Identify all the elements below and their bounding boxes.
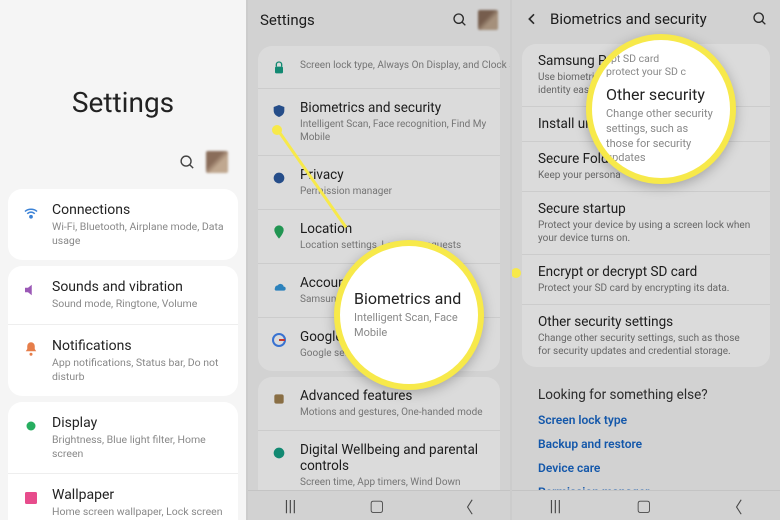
wallpaper-icon bbox=[22, 489, 40, 507]
item-secure-startup[interactable]: Secure startupProtect your device by usi… bbox=[522, 192, 770, 255]
shield-icon bbox=[270, 102, 288, 120]
settings-item-lockscreen[interactable]: Screen lock type, Always On Display, and… bbox=[258, 46, 500, 89]
wellbeing-icon bbox=[270, 444, 288, 462]
magnifier-callout: Biometrics and Intelligent Scan, FaceMob… bbox=[334, 240, 484, 390]
back-button[interactable]: 〈 bbox=[457, 494, 473, 518]
magnifier-callout: ypt SD cardprotect your SD c Other secur… bbox=[586, 34, 736, 184]
settings-item-privacy[interactable]: PrivacyPermission manager bbox=[258, 156, 500, 210]
privacy-icon bbox=[270, 169, 288, 187]
profile-avatar[interactable] bbox=[478, 10, 498, 30]
advanced-icon bbox=[270, 390, 288, 408]
page-title: Settings bbox=[0, 0, 246, 119]
link-backup[interactable]: Backup and restore bbox=[538, 437, 754, 451]
page-title: Biometrics and security bbox=[550, 10, 707, 28]
item-other-security[interactable]: Other security settingsChange other secu… bbox=[522, 305, 770, 367]
location-icon bbox=[270, 223, 288, 241]
callout-dot bbox=[272, 125, 282, 135]
item-title: Connections bbox=[52, 202, 224, 218]
lock-icon bbox=[270, 59, 288, 77]
item-sub: Wi-Fi, Bluetooth, Airplane mode, Data us… bbox=[52, 220, 224, 247]
search-icon[interactable] bbox=[752, 11, 768, 27]
link-devicecare[interactable]: Device care bbox=[538, 461, 754, 475]
item-encrypt[interactable]: Encrypt or decrypt SD cardProtect your S… bbox=[522, 255, 770, 305]
back-button[interactable]: 〈 bbox=[726, 494, 742, 518]
back-icon[interactable] bbox=[524, 11, 540, 27]
profile-avatar[interactable] bbox=[206, 151, 228, 173]
search-icon[interactable] bbox=[452, 12, 468, 28]
callout-dot bbox=[512, 268, 521, 278]
settings-item-connections[interactable]: Connections Wi-Fi, Bluetooth, Airplane mo… bbox=[8, 189, 238, 260]
settings-item-advanced[interactable]: Advanced featuresMotions and gestures, O… bbox=[258, 377, 500, 431]
sound-icon bbox=[22, 281, 40, 299]
cloud-icon bbox=[270, 277, 288, 295]
android-navbar: ||| ▢ 〈 bbox=[512, 490, 780, 520]
link-screenlock[interactable]: Screen lock type bbox=[538, 413, 754, 427]
recents-button[interactable]: ||| bbox=[285, 496, 297, 515]
bell-icon bbox=[22, 340, 40, 358]
wifi-icon bbox=[22, 204, 40, 222]
search-icon[interactable] bbox=[179, 154, 196, 171]
page-title: Settings bbox=[260, 11, 315, 29]
settings-item-wallpaper[interactable]: WallpaperHome screen wallpaper, Lock scr… bbox=[8, 474, 238, 520]
display-icon bbox=[22, 417, 40, 435]
settings-item-display[interactable]: DisplayBrightness, Blue light filter, Ho… bbox=[8, 402, 238, 474]
android-navbar: ||| ▢ 〈 bbox=[248, 490, 510, 520]
home-button[interactable]: ▢ bbox=[636, 496, 651, 515]
settings-item-biometrics[interactable]: Biometrics and securityIntelligent Scan,… bbox=[258, 89, 500, 156]
settings-item-sounds[interactable]: Sounds and vibrationSound mode, Ringtone… bbox=[8, 266, 238, 325]
recents-button[interactable]: ||| bbox=[550, 496, 562, 515]
home-button[interactable]: ▢ bbox=[369, 496, 384, 515]
settings-item-notifications[interactable]: NotificationsApp notifications, Status b… bbox=[8, 325, 238, 396]
google-icon bbox=[270, 331, 288, 349]
